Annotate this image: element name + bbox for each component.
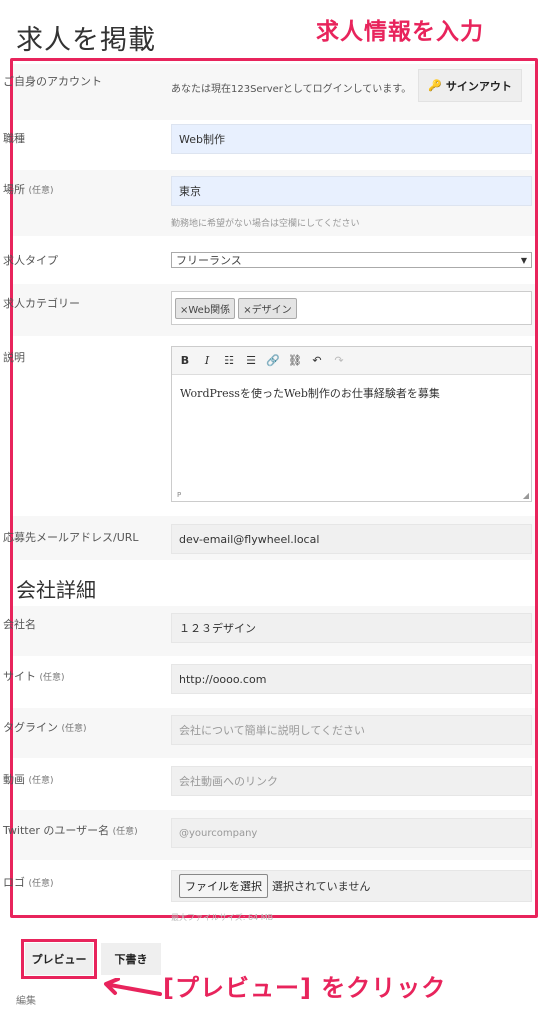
description-label: 説明 (3, 351, 25, 364)
editor-toolbar: B I ☷ ☰ 🔗 ⛓ ↶ ↷ (172, 347, 531, 375)
category-label: 求人カテゴリー (3, 297, 80, 310)
preview-button[interactable]: プレビュー (25, 943, 93, 975)
pointer-arrow-icon (104, 978, 162, 996)
callout-enter-job-info: 求人情報を入力 (316, 19, 484, 45)
choose-file-button[interactable]: ファイルを選択 (179, 874, 268, 898)
account-label: ご自身のアカウント (3, 75, 102, 88)
category-tag[interactable]: ×Web関係 (175, 297, 236, 319)
job-type-select[interactable]: フリーランス ▼ (171, 252, 532, 268)
callout-click-preview: [プレビュー] をクリック (163, 974, 447, 1002)
resize-grip-icon[interactable]: ◢ (523, 491, 529, 500)
location-hint: 勤務地に希望がない場合は空欄にしてください (171, 219, 360, 229)
numbered-list-icon[interactable]: ☰ (244, 354, 258, 367)
signout-label: サインアウト (445, 79, 512, 93)
dropdown-arrow-icon: ▼ (520, 255, 527, 265)
company-section-title: 会社詳細 (16, 578, 96, 602)
location-input[interactable]: 東京 (171, 176, 532, 206)
apply-input[interactable]: dev-email@flywheel.local (171, 524, 532, 554)
twitter-label: Twitter のユーザー名 (任意) (3, 824, 138, 837)
italic-icon[interactable]: I (200, 354, 214, 367)
site-label: サイト (任意) (3, 670, 65, 683)
draft-button[interactable]: 下書き (101, 943, 161, 975)
category-multiselect[interactable]: ×Web関係 ×デザイン (171, 291, 532, 325)
twitter-input[interactable]: @yourcompany (171, 818, 532, 848)
category-tag[interactable]: ×デザイン (238, 297, 297, 319)
logo-file-input[interactable]: ファイルを選択 選択されていません (171, 870, 532, 902)
company-name-label: 会社名 (3, 618, 36, 631)
job-title-input[interactable]: Web制作 (171, 124, 532, 154)
description-editor[interactable]: B I ☷ ☰ 🔗 ⛓ ↶ ↷ WordPressを使ったWeb制作のお仕事経験… (171, 346, 532, 502)
undo-icon[interactable]: ↶ (310, 354, 324, 367)
description-text[interactable]: WordPressを使ったWeb制作のお仕事経験者を募集 (172, 375, 531, 411)
max-file-size-hint: 最大ファイルサイズ: 64 MB (171, 913, 274, 922)
site-input[interactable]: http://oooo.com (171, 664, 532, 694)
unlink-icon[interactable]: ⛓ (288, 354, 302, 367)
tagline-label: タグライン (任意) (3, 721, 87, 734)
location-label: 場所 (任意) (3, 183, 54, 196)
edit-link[interactable]: 編集 (16, 992, 36, 1007)
tagline-input[interactable]: 会社について簡単に説明してください (171, 715, 532, 745)
key-icon: 🔑 (428, 79, 442, 92)
job-title-label: 職種 (3, 132, 25, 145)
page-title: 求人を掲載 (16, 25, 156, 56)
job-type-value: フリーランス (176, 254, 242, 267)
company-name-input[interactable]: １２３デザイン (171, 613, 532, 643)
bold-icon[interactable]: B (178, 354, 192, 367)
video-label: 動画 (任意) (3, 773, 54, 786)
signout-button[interactable]: 🔑 サインアウト (418, 69, 522, 102)
logo-label: ロゴ (任意) (3, 876, 54, 889)
editor-path-status: P (177, 491, 182, 499)
apply-label: 応募先メールアドレス/URL (3, 531, 139, 544)
video-input[interactable]: 会社動画へのリンク (171, 766, 532, 796)
link-icon[interactable]: 🔗 (266, 354, 280, 367)
login-status-text: あなたは現在123Serverとしてログインしています。 (171, 84, 412, 95)
file-status: 選択されていません (272, 880, 371, 893)
bullet-list-icon[interactable]: ☷ (222, 354, 236, 367)
redo-icon[interactable]: ↷ (332, 354, 346, 367)
job-type-label: 求人タイプ (3, 254, 58, 267)
